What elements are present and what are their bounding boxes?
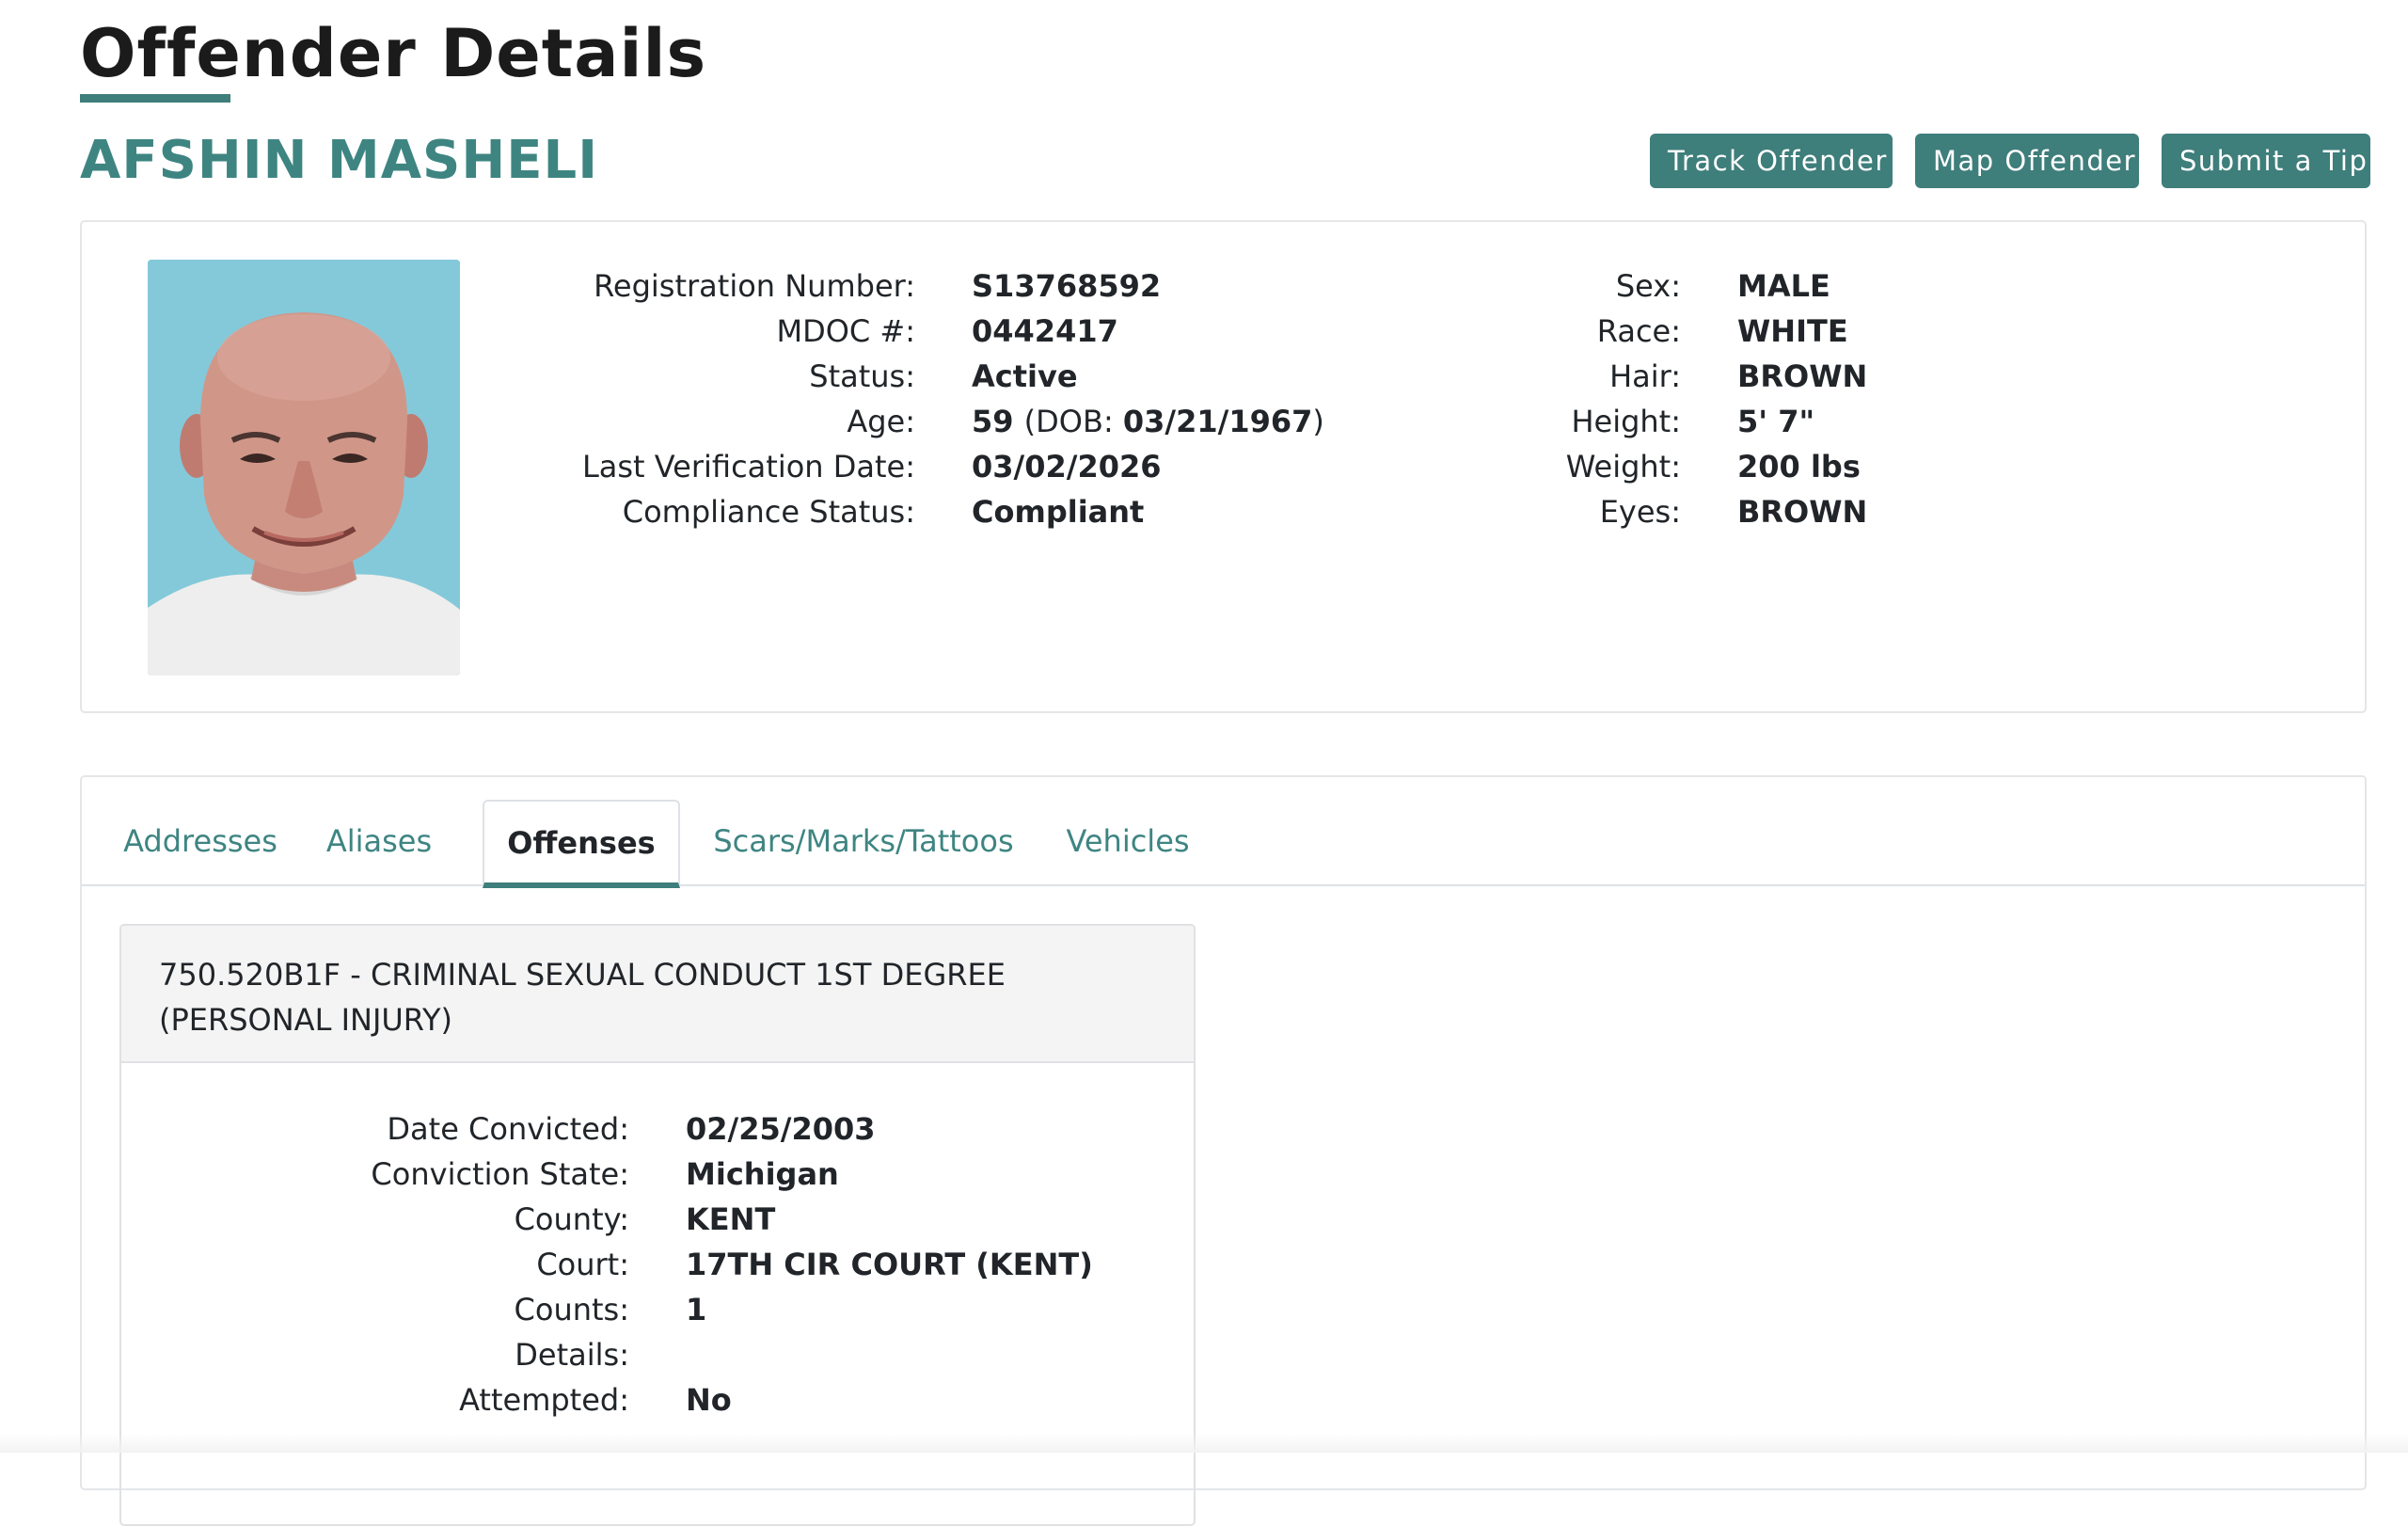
eyes-label: Eyes:: [1599, 494, 1681, 530]
tab-scars-marks-tattoos[interactable]: Scars/Marks/Tattoos: [708, 800, 1019, 886]
tab-bar: Addresses Aliases Offenses Scars/Marks/T…: [82, 777, 2365, 888]
info-row: Last Verification Date: 03/02/2026: [486, 444, 1324, 489]
info-row: Compliance Status: Compliant: [486, 489, 1324, 534]
info-row: Eyes: BROWN: [1258, 489, 1868, 534]
offense-row: Counts: 1: [121, 1287, 1093, 1332]
compliance-status-label: Compliance Status:: [622, 494, 915, 530]
dob-prefix: (DOB:: [1023, 404, 1123, 439]
offense-row: Attempted: No: [121, 1377, 1093, 1423]
height-label: Height:: [1571, 404, 1681, 439]
info-row: Sex: MALE: [1258, 263, 1867, 309]
date-convicted-value: 02/25/2003: [686, 1111, 876, 1147]
info-row: Status: Active: [486, 354, 1324, 399]
county-label: County:: [514, 1201, 629, 1237]
track-offender-button[interactable]: Track Offender: [1650, 134, 1893, 188]
weight-value: 200 lbs: [1737, 449, 1861, 485]
action-buttons: Track Offender Map Offender Submit a Tip: [1650, 134, 2370, 188]
tab-addresses[interactable]: Addresses: [119, 800, 281, 886]
info-row: Height: 5' 7": [1258, 399, 1867, 444]
court-value: 17TH CIR COURT (KENT): [686, 1247, 1093, 1282]
offender-name: AFSHIN MASHELI: [80, 130, 599, 191]
info-row: Race: WHITE: [1258, 309, 1867, 354]
info-row: Registration Number: S13768592: [486, 263, 1324, 309]
last-verification-label: Last Verification Date:: [581, 449, 915, 485]
mdoc-value: 0442417: [972, 313, 1118, 349]
page-title: Offender Details: [80, 15, 707, 92]
offense-row: County: KENT: [121, 1197, 1093, 1242]
eyes-value: BROWN: [1737, 494, 1868, 530]
offense-row: Details:: [121, 1332, 1093, 1377]
race-value: WHITE: [1737, 313, 1848, 349]
submit-tip-button[interactable]: Submit a Tip: [2162, 134, 2370, 188]
county-value: KENT: [686, 1201, 776, 1237]
info-row: Weight: 200 lbs: [1258, 444, 1867, 489]
weight-label: Weight:: [1565, 449, 1681, 485]
details-label: Details:: [515, 1337, 629, 1373]
counts-value: 1: [686, 1292, 707, 1327]
hair-label: Hair:: [1609, 358, 1681, 394]
title-underline: [80, 94, 230, 103]
info-row: Hair: BROWN: [1258, 354, 1867, 399]
status-value: Active: [972, 358, 1078, 394]
mdoc-label: MDOC #:: [776, 313, 915, 349]
registration-number-value: S13768592: [972, 268, 1162, 304]
height-value: 5' 7": [1737, 404, 1815, 439]
tab-aliases[interactable]: Aliases: [319, 800, 439, 886]
conviction-state-value: Michigan: [686, 1156, 839, 1192]
map-offender-button[interactable]: Map Offender: [1915, 134, 2139, 188]
court-label: Court:: [536, 1247, 629, 1282]
offense-row: Court: 17TH CIR COURT (KENT): [121, 1242, 1093, 1287]
offense-row: Date Convicted: 02/25/2003: [121, 1106, 1093, 1152]
physical-info: Sex: MALE Race: WHITE Hair: BROWN Height…: [1258, 263, 1868, 534]
race-label: Race:: [1596, 313, 1681, 349]
offense-title: 750.520B1F - CRIMINAL SEXUAL CONDUCT 1ST…: [121, 926, 1194, 1063]
date-convicted-label: Date Convicted:: [387, 1111, 629, 1147]
age-number: 59: [972, 404, 1014, 439]
status-label: Status:: [809, 358, 915, 394]
offender-photo: [148, 260, 460, 676]
sex-label: Sex:: [1615, 268, 1681, 304]
info-row: Age: 59 (DOB: 03/21/1967): [486, 399, 1324, 444]
tab-vehicles[interactable]: Vehicles: [1056, 800, 1199, 886]
offense-details: Date Convicted: 02/25/2003 Conviction St…: [121, 1106, 1093, 1423]
bottom-edge: [0, 1434, 2408, 1453]
profile-card: Registration Number: S13768592 MDOC #: 0…: [80, 220, 2367, 713]
sex-value: MALE: [1737, 268, 1830, 304]
info-row: MDOC #: 0442417: [486, 309, 1324, 354]
details-tabs-card: Addresses Aliases Offenses Scars/Marks/T…: [80, 775, 2367, 1526]
conviction-state-label: Conviction State:: [371, 1156, 629, 1192]
age-label: Age:: [847, 404, 915, 439]
identity-info: Registration Number: S13768592 MDOC #: 0…: [486, 263, 1324, 534]
attempted-value: No: [686, 1382, 732, 1418]
offense-row: Conviction State: Michigan: [121, 1152, 1093, 1197]
last-verification-value: 03/02/2026: [972, 449, 1162, 485]
counts-label: Counts:: [514, 1292, 629, 1327]
hair-value: BROWN: [1737, 358, 1868, 394]
compliance-status-value: Compliant: [972, 494, 1145, 530]
attempted-label: Attempted:: [459, 1382, 629, 1418]
registration-number-label: Registration Number:: [594, 268, 915, 304]
tab-offenses[interactable]: Offenses: [483, 800, 680, 888]
